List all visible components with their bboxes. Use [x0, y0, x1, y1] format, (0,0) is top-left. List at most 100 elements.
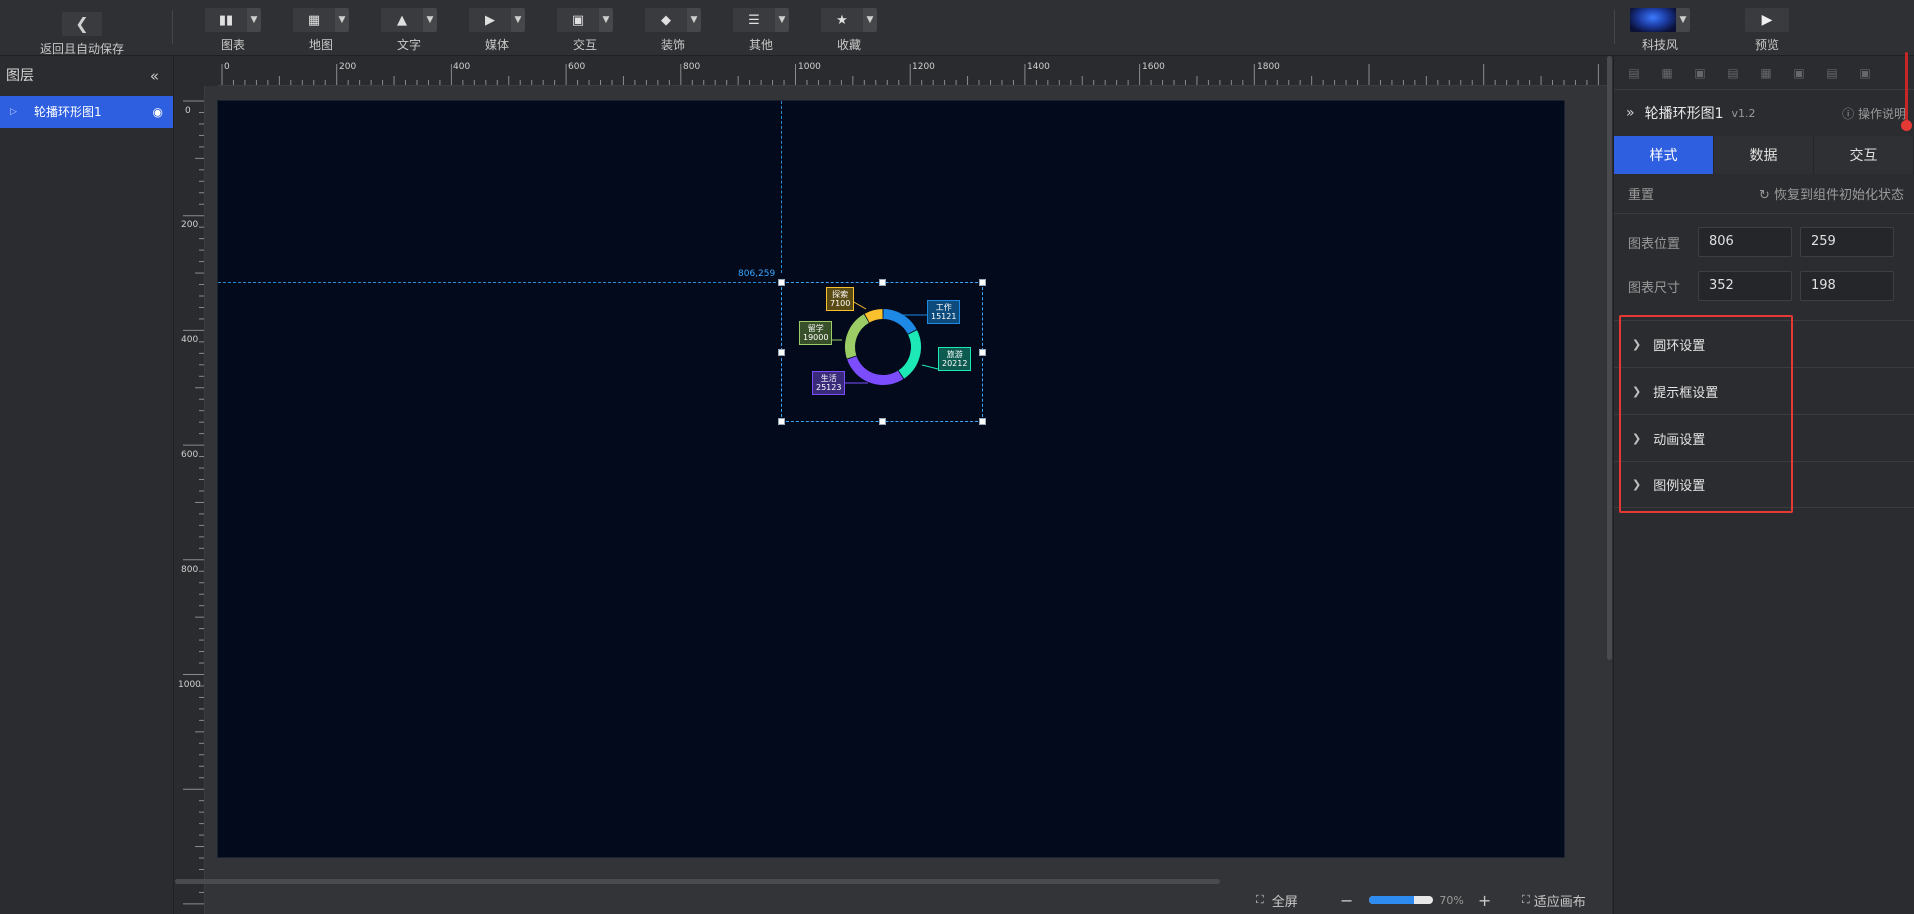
align-top-icon[interactable]: ▤ [1628, 66, 1640, 80]
tool-label: 文字 [396, 38, 421, 52]
segment-label-study: 留学 19000 [799, 321, 833, 345]
align-left-icon[interactable]: ▤ [1727, 66, 1739, 80]
resize-handle-right[interactable] [979, 349, 986, 356]
theme-selector[interactable]: ▼ 科技风 [1628, 8, 1692, 52]
vertical-ruler[interactable]: 0 200 400 600 800 1000 [175, 86, 205, 914]
chevron-left-icon: ❮ [62, 12, 102, 36]
resize-handle-top-left[interactable] [778, 279, 785, 286]
ruler-label: 1200 [912, 62, 935, 72]
ruler-label: 0 [224, 62, 230, 72]
tool-label: 收藏 [836, 38, 861, 52]
ruler-label: 1600 [1142, 62, 1165, 72]
theme-label: 科技风 [1641, 38, 1678, 52]
preview-button[interactable]: ▶ 预览 [1740, 8, 1794, 52]
align-vertical-center-icon[interactable]: ▦ [1661, 66, 1673, 80]
chevron-down-icon[interactable]: ▼ [335, 8, 349, 32]
toolbar-divider [1614, 10, 1615, 44]
resize-handle-bottom-right[interactable] [979, 418, 986, 425]
layer-type-icon: ▷ [10, 107, 17, 117]
ruler-label: 600 [568, 62, 586, 72]
align-bottom-icon[interactable]: ▣ [1694, 66, 1706, 80]
tool-chart-button[interactable]: ▮▮ ▼ 图表 [203, 8, 263, 52]
tool-label: 交互 [572, 38, 597, 52]
media-icon: ▶ [469, 8, 511, 32]
fullscreen-button[interactable]: ⛶ 全屏 [1256, 888, 1298, 912]
toolbar-divider [172, 10, 173, 44]
chevron-down-icon[interactable]: ▼ [775, 8, 789, 32]
layer-item[interactable]: ▷ 轮播环形图1 ◉ [0, 96, 173, 128]
selected-component[interactable]: 工作 15121 旅游 20212 生活 25123 留学 19000 探索 7100 [778, 279, 986, 425]
tool-favorite-button[interactable]: ★ ▼ 收藏 [819, 8, 879, 52]
collapse-left-icon[interactable]: « [150, 56, 159, 96]
resize-handle-bottom-left[interactable] [778, 418, 785, 425]
ruler-label: 1400 [1027, 62, 1050, 72]
horizontal-ruler[interactable]: 0 200 400 600 800 1000 1200 1400 1600 18… [218, 56, 1612, 86]
map-icon: ▦ [293, 8, 335, 32]
workspace: 0 200 400 600 800 1000 1200 1400 1600 18… [175, 56, 1612, 914]
tool-decoration-button[interactable]: ◆ ▼ 装饰 [643, 8, 703, 52]
segment-label-travel: 旅游 20212 [938, 347, 972, 371]
ruler-label: 1000 [178, 680, 201, 690]
top-toolbar: ❮ 返回且自动保存 ▮▮ ▼ 图表 ▦ ▼ 地图 ▲ ▼ 文字 ▶ ▼ 媒体 ▣ ▼ 交互… [0, 0, 1914, 56]
zoom-out-button[interactable]: − [1340, 891, 1353, 910]
chevron-down-icon[interactable]: ▼ [599, 8, 613, 32]
chevron-down-icon[interactable]: ▼ [863, 8, 877, 32]
chevron-down-icon[interactable]: ▼ [687, 8, 701, 32]
donut-segment-life [847, 355, 904, 385]
favorite-icon: ★ [821, 8, 863, 32]
zoom-slider[interactable] [1369, 896, 1434, 904]
other-icon: ☰ [733, 8, 775, 32]
guide-line-vertical [781, 101, 782, 273]
restore-default-label: 恢复到组件初始化状态 [1773, 188, 1904, 203]
resize-handle-bottom[interactable] [879, 418, 886, 425]
resize-handle-left[interactable] [778, 349, 785, 356]
tab-data[interactable]: 数据 [1714, 136, 1814, 174]
highlight-annotation-box [1619, 315, 1793, 513]
position-x-input[interactable]: 806 [1698, 227, 1792, 257]
eye-icon[interactable]: ◉ [153, 96, 163, 128]
segment-label-life: 生活 25123 [812, 371, 846, 395]
donut-segment-study [845, 314, 870, 359]
align-right-icon[interactable]: ▣ [1793, 66, 1805, 80]
size-height-input[interactable]: 198 [1800, 271, 1894, 301]
panel-scroll-indicator[interactable] [1905, 52, 1908, 124]
fullscreen-icon: ⛶ [1256, 893, 1264, 906]
chevron-down-icon[interactable]: ▼ [1676, 8, 1690, 32]
tab-interaction[interactable]: 交互 [1814, 136, 1914, 174]
ruler-label: 200 [181, 220, 199, 230]
double-chevron-right-icon[interactable]: » [1626, 105, 1635, 121]
align-horizontal-center-icon[interactable]: ▦ [1760, 66, 1772, 80]
tool-interaction-button[interactable]: ▣ ▼ 交互 [555, 8, 615, 52]
fit-canvas-button[interactable]: ⛶ 适应画布 [1522, 888, 1586, 912]
tool-text-button[interactable]: ▲ ▼ 文字 [379, 8, 439, 52]
chevron-down-icon[interactable]: ▼ [511, 8, 525, 32]
chart-size-row: 图表尺寸 352 198 [1614, 264, 1914, 308]
horizontal-scrollbar[interactable] [175, 879, 1220, 884]
zoom-in-button[interactable]: + [1478, 891, 1491, 910]
tool-other-button[interactable]: ☰ ▼ 其他 [731, 8, 791, 52]
restore-default-button[interactable]: ↻ 恢复到组件初始化状态 [1759, 184, 1904, 203]
vertical-scrollbar[interactable] [1607, 56, 1612, 660]
tool-media-button[interactable]: ▶ ▼ 媒体 [467, 8, 527, 52]
distribute-vertical-icon[interactable]: ▣ [1859, 66, 1871, 80]
component-header: » 轮播环形图1 v1.2 ⓘ 操作说明 [1614, 90, 1914, 136]
tool-label: 图表 [220, 38, 245, 52]
donut-segment-work [883, 309, 917, 335]
zoom-value: 70% [1439, 893, 1464, 907]
chevron-down-icon[interactable]: ▼ [247, 8, 261, 32]
distribute-horizontal-icon[interactable]: ▤ [1826, 66, 1838, 80]
design-canvas[interactable]: 806,259 工作 15121 旅游 20212 生活 25123 留学 19000 … [218, 101, 1564, 857]
ruler-label: 800 [181, 565, 199, 575]
chart-position-label: 图表位置 [1628, 236, 1681, 252]
tool-map-button[interactable]: ▦ ▼ 地图 [291, 8, 351, 52]
resize-handle-top[interactable] [879, 279, 886, 286]
size-width-input[interactable]: 352 [1698, 271, 1792, 301]
position-y-input[interactable]: 259 [1800, 227, 1894, 257]
component-version: v1.2 [1731, 106, 1756, 120]
back-and-save-button[interactable]: ❮ 返回且自动保存 [22, 4, 142, 56]
chart-position-row: 图表位置 806 259 [1614, 220, 1914, 264]
resize-handle-top-right[interactable] [979, 279, 986, 286]
tab-style[interactable]: 样式 [1614, 136, 1714, 174]
help-link[interactable]: ⓘ 操作说明 [1842, 105, 1906, 122]
chevron-down-icon[interactable]: ▼ [423, 8, 437, 32]
